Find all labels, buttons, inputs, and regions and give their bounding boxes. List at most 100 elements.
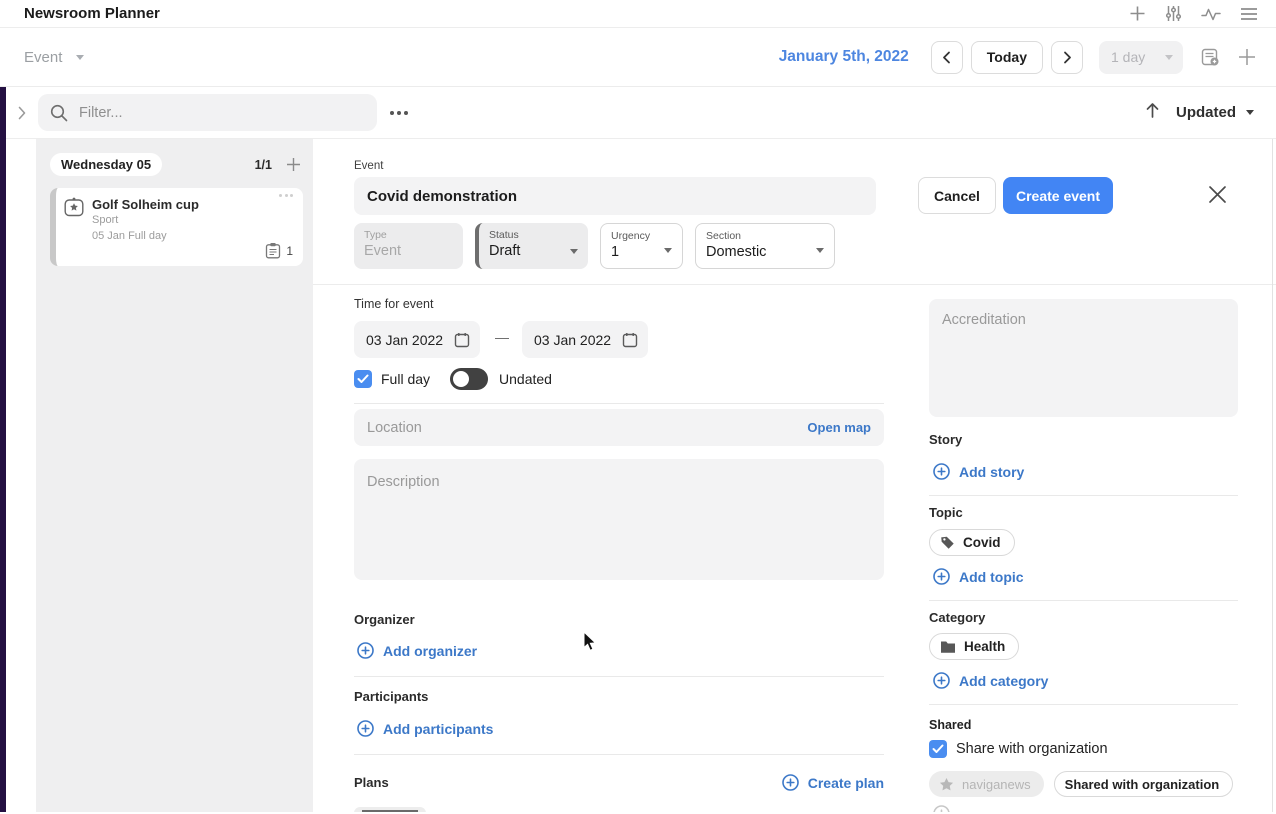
location-input[interactable]: Location Open map bbox=[354, 409, 884, 446]
section-select-label: Section bbox=[706, 230, 824, 242]
circle-plus-icon bbox=[933, 463, 950, 480]
start-date-input[interactable]: 03 Jan 2022 bbox=[354, 321, 480, 358]
close-icon[interactable] bbox=[1208, 185, 1227, 204]
divider bbox=[354, 754, 884, 755]
type-select-label: Type bbox=[364, 229, 453, 241]
event-card-title: Golf Solheim cup bbox=[92, 197, 199, 212]
clipboard-icon bbox=[265, 242, 281, 259]
search-icon bbox=[50, 104, 68, 122]
description-textarea[interactable]: Description bbox=[354, 459, 884, 580]
prev-day-button[interactable] bbox=[931, 41, 963, 74]
create-plan-button[interactable]: Create plan bbox=[782, 774, 884, 791]
circle-plus-icon bbox=[933, 568, 950, 585]
divider bbox=[929, 600, 1238, 601]
add-category-label: Add category bbox=[959, 673, 1048, 689]
circle-plus-icon bbox=[357, 720, 374, 737]
share-with-organization-checkbox[interactable] bbox=[929, 740, 947, 758]
expand-panel-chevron[interactable] bbox=[6, 106, 38, 120]
chevron-left-icon bbox=[942, 51, 951, 64]
menu-icon[interactable] bbox=[1240, 7, 1258, 21]
clipped-add-link bbox=[933, 805, 1019, 812]
card-more-options-icon[interactable] bbox=[279, 194, 293, 197]
add-category-button[interactable]: Add category bbox=[933, 672, 1048, 689]
today-button[interactable]: Today bbox=[971, 41, 1043, 74]
full-day-label: Full day bbox=[381, 371, 430, 387]
filter-sliders-icon[interactable] bbox=[1165, 5, 1182, 22]
more-options-icon[interactable] bbox=[390, 111, 408, 115]
location-placeholder: Location bbox=[367, 420, 422, 436]
category-tag[interactable]: Health bbox=[929, 633, 1019, 660]
app-title: Newsroom Planner bbox=[24, 5, 160, 22]
end-date-input[interactable]: 03 Jan 2022 bbox=[522, 321, 648, 358]
newsroom-planner-app: Newsroom Planner Event January 5th, 2022 bbox=[0, 0, 1276, 814]
event-title-input[interactable]: Covid demonstration bbox=[354, 177, 876, 215]
scrollbar-rail[interactable] bbox=[1272, 139, 1273, 812]
section-select[interactable]: Section Domestic bbox=[695, 223, 835, 269]
day-range-select[interactable]: 1 day bbox=[1099, 41, 1183, 74]
filter-search-input[interactable]: Filter... bbox=[38, 94, 377, 131]
type-select: Type Event bbox=[354, 223, 463, 269]
chevron-right-icon bbox=[1063, 51, 1072, 64]
participants-section-label: Participants bbox=[354, 689, 428, 704]
activity-icon[interactable] bbox=[1201, 7, 1221, 21]
event-card[interactable]: Golf Solheim cup Sport 05 Jan Full day bbox=[50, 188, 303, 266]
undated-toggle[interactable] bbox=[450, 368, 488, 390]
start-date-value: 03 Jan 2022 bbox=[366, 332, 443, 348]
shared-status-label: Shared with organization bbox=[1065, 777, 1220, 792]
caret-down-icon bbox=[570, 249, 578, 254]
undated-label: Undated bbox=[499, 371, 552, 387]
tag-icon bbox=[940, 535, 955, 550]
urgency-select[interactable]: Urgency 1 bbox=[600, 223, 683, 269]
topic-tag[interactable]: Covid bbox=[929, 529, 1015, 556]
topic-tag-label: Covid bbox=[963, 535, 1001, 550]
star-icon bbox=[939, 777, 954, 792]
view-type-selector[interactable]: Event bbox=[24, 49, 84, 66]
circle-plus-icon bbox=[933, 805, 950, 812]
current-date-label[interactable]: January 5th, 2022 bbox=[779, 48, 909, 66]
add-event-icon[interactable] bbox=[286, 157, 301, 172]
add-story-button[interactable]: Add story bbox=[933, 463, 1024, 480]
filter-bar: Filter... Updated bbox=[6, 87, 1276, 139]
story-section-label: Story bbox=[929, 432, 962, 447]
sort-by-value: Updated bbox=[1176, 104, 1236, 121]
plus-icon[interactable] bbox=[1238, 48, 1256, 66]
day-range-value: 1 day bbox=[1111, 49, 1145, 65]
cancel-button[interactable]: Cancel bbox=[918, 177, 996, 214]
filter-placeholder: Filter... bbox=[79, 105, 123, 121]
time-section-label: Time for event bbox=[354, 297, 433, 311]
circle-plus-icon bbox=[782, 774, 799, 791]
status-select-label: Status bbox=[489, 229, 578, 241]
create-event-button[interactable]: Create event bbox=[1003, 177, 1113, 214]
full-day-checkbox[interactable] bbox=[354, 370, 372, 388]
status-select[interactable]: Status Draft bbox=[475, 223, 588, 269]
next-day-button[interactable] bbox=[1051, 41, 1083, 74]
shared-status-tag: Shared with organization bbox=[1054, 771, 1234, 797]
sort-direction-button[interactable] bbox=[1144, 101, 1161, 124]
urgency-select-value: 1 bbox=[611, 244, 672, 260]
accreditation-placeholder: Accreditation bbox=[942, 312, 1026, 328]
event-star-icon bbox=[64, 197, 84, 217]
category-section-label: Category bbox=[929, 610, 985, 625]
saved-view-icon[interactable] bbox=[1201, 48, 1220, 67]
event-detail-panel: Event Covid demonstration Cancel Create … bbox=[313, 139, 1276, 812]
add-participants-button[interactable]: Add participants bbox=[357, 720, 493, 737]
add-organizer-label: Add organizer bbox=[383, 643, 477, 659]
plan-count: 1 bbox=[286, 244, 293, 258]
accreditation-textarea[interactable]: Accreditation bbox=[929, 299, 1238, 417]
add-topic-button[interactable]: Add topic bbox=[933, 568, 1024, 585]
open-map-link[interactable]: Open map bbox=[807, 420, 871, 435]
event-card-time: 05 Jan Full day bbox=[92, 230, 199, 242]
caret-down-icon bbox=[816, 248, 824, 253]
divider bbox=[354, 403, 884, 404]
plan-count-badge: 1 bbox=[265, 242, 293, 259]
top-bar: Newsroom Planner bbox=[0, 0, 1276, 28]
owner-tag-label: naviganews bbox=[962, 777, 1031, 792]
caret-down-icon bbox=[664, 248, 672, 253]
share-with-organization-label: Share with organization bbox=[956, 741, 1108, 757]
owner-tag: naviganews bbox=[929, 771, 1044, 797]
type-select-value: Event bbox=[364, 243, 453, 259]
divider bbox=[929, 495, 1238, 496]
sort-by-select[interactable]: Updated bbox=[1176, 104, 1254, 121]
add-organizer-button[interactable]: Add organizer bbox=[357, 642, 477, 659]
plus-icon[interactable] bbox=[1129, 5, 1146, 22]
